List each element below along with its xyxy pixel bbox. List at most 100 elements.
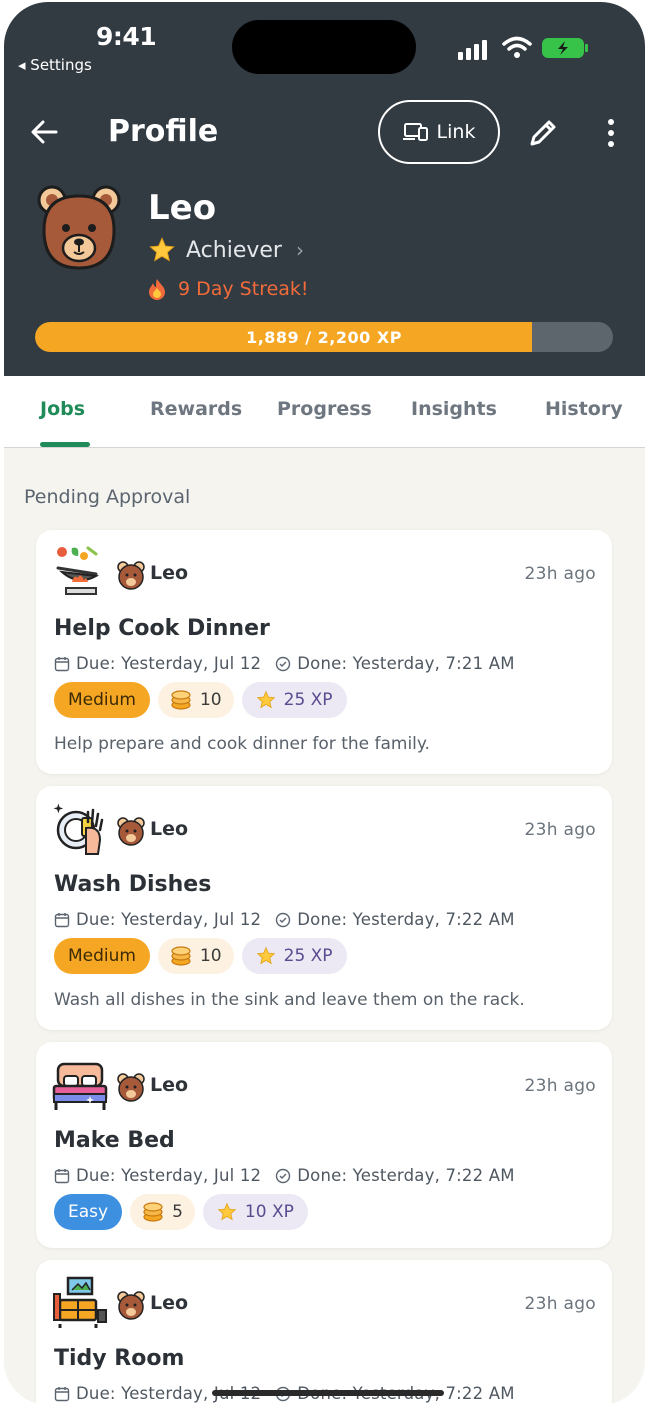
- dynamic-island: [232, 20, 416, 74]
- difficulty-badge: Medium: [54, 938, 150, 974]
- job-time: 23h ago: [524, 820, 596, 840]
- coins-icon: [143, 1202, 163, 1222]
- profile-tabs: Jobs Rewards Progress Insights History: [4, 376, 645, 448]
- calendar-icon: [54, 1168, 70, 1183]
- star-icon: [256, 690, 275, 709]
- check-circle-icon: [276, 656, 291, 671]
- tab-rewards[interactable]: Rewards: [150, 398, 242, 420]
- job-kid-name: Leo: [150, 562, 189, 584]
- wash-dishes-icon: [53, 803, 104, 855]
- edit-pencil-icon[interactable]: [524, 114, 562, 152]
- check-circle-icon: [276, 912, 291, 927]
- devices-icon: [402, 123, 428, 141]
- star-icon: [217, 1202, 237, 1221]
- fire-icon: [149, 279, 165, 300]
- job-chips: Medium 10 25 XP: [54, 938, 347, 974]
- coin-reward-badge: 5: [130, 1194, 195, 1230]
- coin-reward-badge: 10: [157, 938, 234, 974]
- star-icon: [256, 946, 275, 965]
- xp-reward-badge: 25 XP: [241, 682, 347, 718]
- job-title: Tidy Room: [54, 1346, 185, 1371]
- rank-label: Achiever: [186, 237, 282, 263]
- job-time: 23h ago: [524, 1294, 596, 1314]
- cooking-icon: [56, 546, 100, 595]
- back-arrow-icon[interactable]: [26, 114, 62, 150]
- xp-progress-label: 1,889 / 2,200 XP: [246, 327, 402, 347]
- bear-avatar[interactable]: [34, 182, 124, 272]
- job-done: Done: Yesterday, 7:22 AM: [297, 1166, 515, 1185]
- bear-avatar-small: [117, 1291, 145, 1320]
- job-kid-name: Leo: [150, 1292, 189, 1314]
- job-due: Due: Yesterday, Jul 12: [76, 910, 262, 929]
- job-description: Wash all dishes in the sink and leave th…: [54, 990, 525, 1010]
- job-meta: Due: Yesterday, Jul 12 Done: Yesterday, …: [54, 910, 515, 929]
- job-kid-name: Leo: [150, 1074, 189, 1096]
- bear-avatar-small: [117, 1073, 145, 1102]
- job-card[interactable]: Leo 23h ago Help Cook Dinner Due: Yester…: [36, 530, 612, 774]
- active-tab-indicator: [40, 442, 90, 447]
- rank-row[interactable]: Achiever ›: [148, 236, 304, 264]
- status-time: 9:41: [96, 22, 157, 51]
- job-time: 23h ago: [524, 564, 596, 584]
- job-title: Help Cook Dinner: [54, 616, 270, 641]
- coins-icon: [171, 690, 191, 710]
- difficulty-badge: Easy: [54, 1194, 123, 1230]
- job-done: Done: Yesterday, 7:22 AM: [297, 910, 515, 929]
- more-options-icon[interactable]: [596, 114, 626, 152]
- star-icon: [149, 237, 175, 262]
- job-due: Due: Yesterday, Jul 12: [76, 1166, 262, 1185]
- calendar-icon: [54, 656, 70, 671]
- coin-reward-badge: 10: [157, 682, 234, 718]
- profile-name: Leo: [148, 188, 217, 228]
- xp-reward-badge: 10 XP: [202, 1194, 308, 1230]
- phone-screen: 9:41 ◂ Settings Profile Link Leo Achieve…: [4, 2, 645, 1405]
- job-meta: Due: Yesterday, Jul 12 Done: Yesterday, …: [54, 1166, 515, 1185]
- job-card[interactable]: Leo 23h ago Make Bed Due: Yesterday, Jul…: [36, 1042, 612, 1248]
- status-indicators: [458, 36, 588, 60]
- job-card[interactable]: Leo 23h ago Wash Dishes Due: Yesterday, …: [36, 786, 612, 1030]
- bear-avatar-small: [117, 561, 145, 590]
- page-title: Profile: [108, 114, 219, 149]
- tab-jobs[interactable]: Jobs: [40, 398, 85, 420]
- streak-label: 9 Day Streak!: [178, 278, 309, 300]
- streak-row: 9 Day Streak!: [148, 278, 309, 300]
- job-card[interactable]: Leo 23h ago Tidy Room Due: Yesterday, Ju…: [36, 1260, 612, 1405]
- job-meta: Due: Yesterday, Jul 12 Done: Yesterday, …: [54, 654, 515, 673]
- profile-header: 9:41 ◂ Settings Profile Link Leo Achieve…: [4, 2, 645, 376]
- chevron-right-icon: ›: [295, 238, 304, 262]
- xp-amount: 25 XP: [283, 946, 333, 966]
- job-time: 23h ago: [524, 1076, 596, 1096]
- job-kid-name: Leo: [150, 818, 189, 840]
- job-chips: Medium 10 25 XP: [54, 682, 347, 718]
- link-button-label: Link: [436, 121, 476, 143]
- tab-history[interactable]: History: [545, 398, 623, 420]
- job-due: Due: Yesterday, Jul 12: [76, 654, 262, 673]
- home-indicator[interactable]: [212, 1390, 444, 1396]
- battery-icon: [542, 38, 588, 58]
- job-title: Make Bed: [54, 1128, 175, 1153]
- xp-progress-bar: 1,889 / 2,200 XP: [35, 322, 613, 352]
- job-title: Wash Dishes: [54, 872, 212, 897]
- xp-amount: 10 XP: [244, 1202, 294, 1222]
- coin-amount: 10: [199, 690, 222, 710]
- job-done: Done: Yesterday, 7:21 AM: [297, 654, 515, 673]
- difficulty-badge: Medium: [54, 682, 150, 718]
- calendar-icon: [54, 1386, 70, 1401]
- calendar-icon: [54, 912, 70, 927]
- xp-reward-badge: 25 XP: [241, 938, 347, 974]
- job-chips: Easy 5 10 XP: [54, 1194, 308, 1230]
- job-description: Help prepare and cook dinner for the fam…: [54, 734, 430, 754]
- bear-avatar-small: [117, 817, 145, 846]
- check-circle-icon: [276, 1168, 291, 1183]
- bed-icon: [52, 1062, 108, 1110]
- back-to-settings-link[interactable]: ◂ Settings: [18, 56, 92, 74]
- wifi-icon: [502, 36, 532, 58]
- xp-amount: 25 XP: [283, 690, 333, 710]
- coin-amount: 5: [172, 1202, 183, 1222]
- tab-insights[interactable]: Insights: [411, 398, 497, 420]
- tab-progress[interactable]: Progress: [277, 398, 372, 420]
- section-title: Pending Approval: [24, 486, 191, 508]
- link-device-button[interactable]: Link: [378, 100, 500, 164]
- tidy-room-icon: [53, 1276, 107, 1328]
- coin-amount: 10: [199, 946, 222, 966]
